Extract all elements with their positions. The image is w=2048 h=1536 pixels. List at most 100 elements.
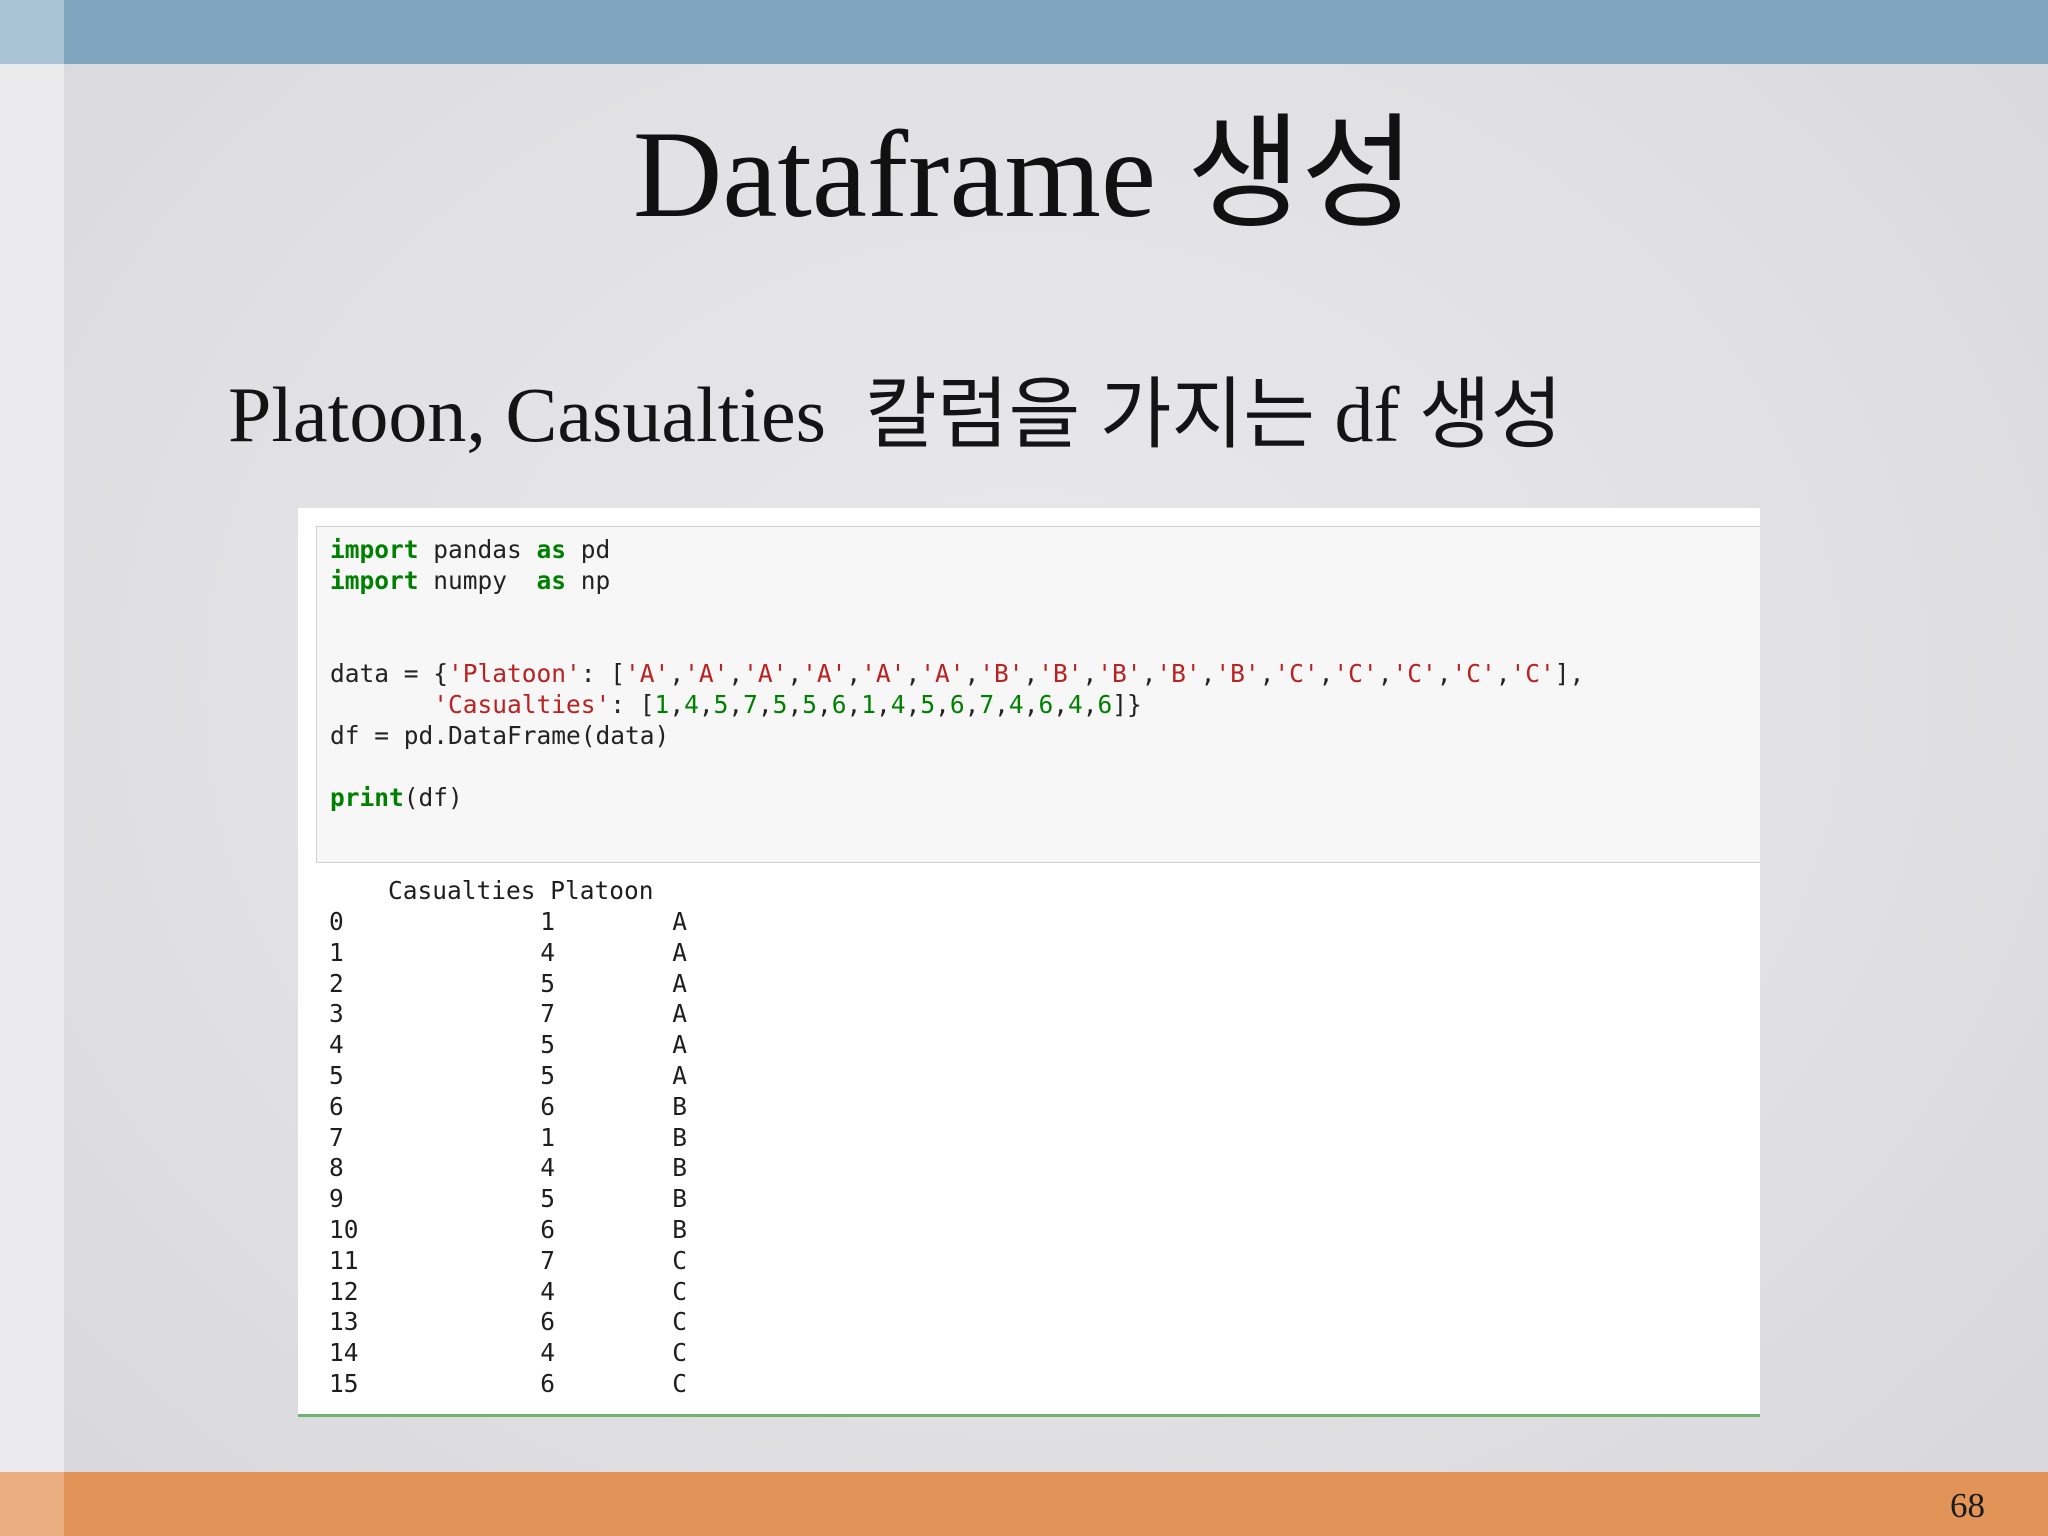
output-row: 7 1 B: [329, 1122, 709, 1153]
list-separator: ,: [728, 659, 744, 688]
row-index: 10: [329, 1215, 359, 1244]
output-header: Casualties Platoon: [329, 876, 654, 905]
output-row: 3 7 A: [329, 998, 709, 1029]
row-index: 11: [329, 1245, 359, 1275]
list-separator: ,: [876, 690, 891, 719]
row-platoon: A: [672, 1061, 687, 1090]
output-row: 10 6 B: [329, 1214, 709, 1245]
code-text: : [: [580, 659, 626, 688]
top-bar-accent: [0, 0, 64, 64]
list-separator: ,: [1082, 659, 1098, 688]
code-text: ],: [1554, 659, 1585, 688]
output-row: 0 1 A: [329, 906, 709, 937]
row-platoon: C: [672, 1307, 687, 1337]
list-separator: ,: [1436, 659, 1452, 688]
list-value: 4: [1067, 690, 1083, 719]
list-separator: ,: [1259, 659, 1275, 688]
output-row: 2 5 A: [329, 968, 709, 999]
list-value: 'B': [979, 659, 1024, 688]
row-platoon: A: [672, 907, 687, 936]
row-platoon: C: [672, 1338, 687, 1368]
list-value: 'C': [1274, 659, 1319, 688]
top-bar: [0, 0, 2048, 64]
output-row: 13 6 C: [329, 1306, 709, 1337]
row-index: 9: [329, 1184, 344, 1214]
list-separator: ,: [698, 690, 714, 719]
row-casualties: 5: [540, 968, 555, 998]
code-text: pandas: [418, 535, 537, 564]
list-separator: ,: [1200, 659, 1216, 688]
row-platoon: B: [672, 1153, 687, 1183]
list-value: 6: [1097, 690, 1113, 719]
list-separator: ,: [1082, 690, 1098, 719]
list-value: 'C': [1392, 659, 1437, 688]
code-line-import-pandas: import pandas as pd: [330, 534, 610, 565]
bottom-bar-accent: [0, 1472, 64, 1536]
row-casualties: 4: [540, 1276, 555, 1306]
list-value: 6: [949, 690, 965, 719]
list-separator: ,: [935, 690, 950, 719]
list-value: 1: [861, 690, 877, 719]
list-value: 4: [1008, 690, 1024, 719]
output-row: 5 5 A: [329, 1060, 709, 1091]
list-separator: ,: [994, 690, 1009, 719]
row-index: 1: [329, 937, 344, 967]
output-row: 12 4 C: [329, 1276, 709, 1307]
row-platoon: A: [672, 937, 687, 967]
output-row: 4 5 A: [329, 1029, 709, 1060]
row-index: 0: [329, 907, 344, 936]
list-value: 'A': [920, 659, 965, 688]
row-casualties: 6: [540, 1369, 555, 1398]
output-row: 1 4 A: [329, 937, 709, 968]
row-platoon: B: [672, 1122, 687, 1152]
code-text: ]}: [1112, 690, 1142, 719]
row-casualties: 4: [540, 1153, 555, 1183]
list-value: 1: [654, 690, 670, 719]
row-casualties: 5: [540, 1030, 555, 1060]
code-line-import-numpy: import numpy as np: [330, 565, 610, 596]
row-casualties: 1: [540, 1122, 555, 1152]
row-casualties: 6: [540, 1091, 555, 1121]
row-platoon: B: [672, 1091, 687, 1121]
list-value: 5: [772, 690, 788, 719]
slide-subtitle: Platoon, Casualties 칼럼을 가지는 df 생성: [228, 371, 1563, 458]
list-separator: ,: [669, 659, 685, 688]
row-index: 3: [329, 999, 344, 1029]
list-separator: ,: [787, 659, 803, 688]
list-value: 'A': [802, 659, 847, 688]
list-separator: ,: [1377, 659, 1393, 688]
keyword: import: [330, 535, 419, 564]
row-casualties: 4: [540, 1338, 555, 1368]
list-value: 'C': [1510, 659, 1555, 688]
list-separator: ,: [905, 690, 921, 719]
row-index: 4: [329, 1030, 344, 1060]
row-casualties: 6: [540, 1307, 555, 1337]
row-casualties: 7: [540, 1245, 555, 1275]
row-platoon: A: [672, 1030, 687, 1060]
list-value: 'A': [861, 659, 906, 688]
list-value: 'B': [1215, 659, 1260, 688]
code-cell: import pandas as pd import numpy as np d…: [316, 526, 1760, 863]
keyword: as: [536, 566, 567, 595]
code-text: pd: [566, 535, 611, 564]
code-text: np: [566, 566, 611, 595]
list-separator: ,: [1141, 659, 1157, 688]
row-index: 12: [329, 1276, 359, 1306]
row-platoon: B: [672, 1215, 687, 1244]
list-separator: ,: [1318, 659, 1334, 688]
list-value: 5: [920, 690, 936, 719]
dict-key: 'Casualties': [433, 690, 611, 719]
bottom-bar: 68: [0, 1472, 2048, 1536]
list-separator: ,: [1023, 690, 1039, 719]
output-area: Casualties Platoon 01A14A25A37A45A55A66B…: [316, 866, 1760, 1406]
row-casualties: 7: [540, 999, 555, 1029]
list-value: 5: [713, 690, 729, 719]
notebook-screenshot: import pandas as pd import numpy as np d…: [298, 508, 1760, 1417]
code-text: : [: [610, 690, 655, 719]
code-line-dataframe: df = pd.DataFrame(data): [330, 721, 670, 750]
list-value: 'B': [1038, 659, 1083, 688]
row-index: 2: [329, 968, 344, 998]
list-value: 7: [743, 690, 758, 719]
output-row: 15 6 C: [329, 1368, 709, 1399]
list-value: 6: [1038, 690, 1054, 719]
